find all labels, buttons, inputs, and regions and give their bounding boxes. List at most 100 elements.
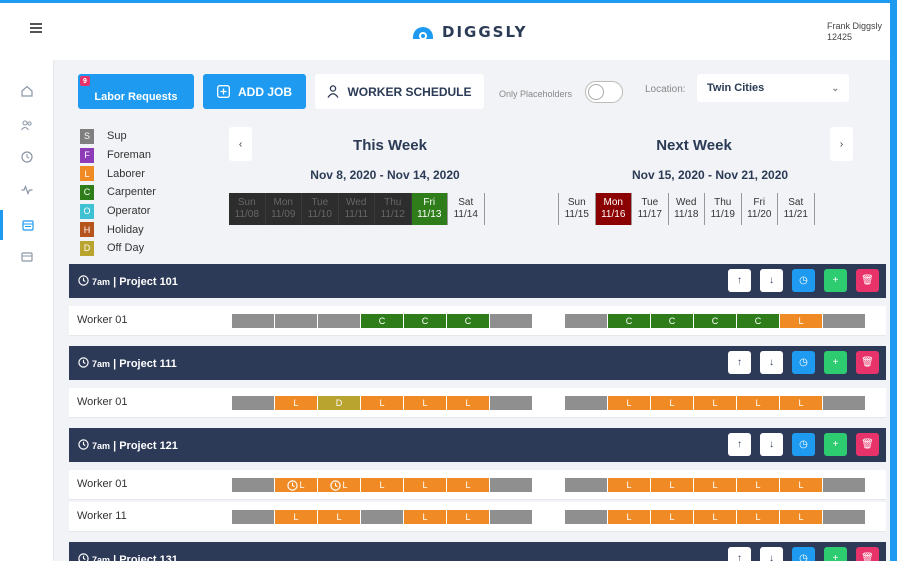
schedule-cell[interactable] xyxy=(232,314,274,328)
schedule-cell[interactable]: L xyxy=(404,510,446,524)
schedule-icon[interactable] xyxy=(0,210,53,240)
day-header[interactable]: Tue 11/10 xyxy=(302,193,339,225)
schedule-cell[interactable]: L xyxy=(608,510,650,524)
schedule-cell[interactable]: L xyxy=(737,510,779,524)
day-header[interactable]: Wed 11/18 xyxy=(669,193,705,225)
schedule-cell[interactable]: L xyxy=(780,510,822,524)
schedule-cell[interactable] xyxy=(361,510,403,524)
user-info[interactable]: Frank Diggsly 12425 xyxy=(827,21,882,43)
day-header[interactable]: Fri 11/13 xyxy=(411,193,448,225)
location-select[interactable]: Twin Cities ⌄ xyxy=(697,74,849,102)
add-worker-button[interactable]: + xyxy=(824,433,847,456)
schedule-cell[interactable]: L xyxy=(404,478,446,492)
calendar-icon[interactable] xyxy=(0,242,53,272)
schedule-cell[interactable]: L xyxy=(361,478,403,492)
shift-time-button[interactable]: ◷ xyxy=(792,269,815,292)
schedule-cell[interactable]: C xyxy=(404,314,446,328)
schedule-cell[interactable] xyxy=(823,314,865,328)
delete-project-button[interactable]: 🗑 xyxy=(856,433,879,456)
schedule-cell[interactable] xyxy=(565,314,607,328)
schedule-cell[interactable]: L xyxy=(694,478,736,492)
day-header[interactable]: Sat 11/14 xyxy=(448,193,485,225)
schedule-cell[interactable]: L xyxy=(275,396,317,410)
schedule-cell[interactable]: L xyxy=(694,396,736,410)
schedule-cell[interactable]: L xyxy=(275,510,317,524)
schedule-cell[interactable]: D xyxy=(318,396,360,410)
day-header[interactable]: Fri 11/20 xyxy=(742,193,778,225)
day-header[interactable]: Sun 11/15 xyxy=(559,193,596,225)
schedule-cell[interactable]: L xyxy=(447,396,489,410)
schedule-cell[interactable]: L xyxy=(447,478,489,492)
schedule-cell[interactable] xyxy=(565,396,607,410)
schedule-cell[interactable] xyxy=(232,478,274,492)
schedule-cell[interactable]: L xyxy=(737,396,779,410)
move-down-button[interactable]: ↓ xyxy=(760,351,783,374)
delete-project-button[interactable]: 🗑 xyxy=(856,351,879,374)
move-down-button[interactable]: ↓ xyxy=(760,547,783,561)
delete-project-button[interactable]: 🗑 xyxy=(856,547,879,561)
day-header[interactable]: Sat 11/21 xyxy=(778,193,815,225)
worker-schedule-button[interactable]: WORKER SCHEDULE xyxy=(315,74,484,109)
add-worker-button[interactable]: + xyxy=(824,351,847,374)
schedule-cell[interactable] xyxy=(565,478,607,492)
day-header[interactable]: Tue 11/17 xyxy=(632,193,669,225)
schedule-cell[interactable]: L xyxy=(318,510,360,524)
schedule-cell[interactable] xyxy=(232,510,274,524)
schedule-cell[interactable]: C xyxy=(694,314,736,328)
schedule-cell[interactable]: L xyxy=(780,396,822,410)
move-up-button[interactable]: ↑ xyxy=(728,351,751,374)
day-header[interactable]: Mon 11/16 xyxy=(595,193,632,225)
schedule-cell[interactable]: L xyxy=(447,510,489,524)
schedule-cell[interactable]: L xyxy=(737,478,779,492)
schedule-cell[interactable] xyxy=(823,510,865,524)
schedule-cell[interactable]: L xyxy=(651,478,693,492)
schedule-cell[interactable]: C xyxy=(737,314,779,328)
schedule-cell[interactable]: C xyxy=(608,314,650,328)
day-header[interactable]: Thu 11/19 xyxy=(705,193,742,225)
activity-icon[interactable] xyxy=(0,175,53,205)
schedule-cell[interactable] xyxy=(318,314,360,328)
schedule-cell[interactable]: L xyxy=(318,478,360,492)
schedule-cell[interactable]: C xyxy=(651,314,693,328)
home-icon[interactable] xyxy=(0,76,53,106)
day-header[interactable]: Sun 11/08 xyxy=(229,193,266,225)
day-header[interactable]: Mon 11/09 xyxy=(265,193,302,225)
delete-project-button[interactable]: 🗑 xyxy=(856,269,879,292)
schedule-cell[interactable]: L xyxy=(651,396,693,410)
next-week-button[interactable]: › xyxy=(830,127,853,161)
schedule-cell[interactable]: L xyxy=(780,314,822,328)
add-worker-button[interactable]: + xyxy=(824,547,847,561)
schedule-cell[interactable]: L xyxy=(275,478,317,492)
add-worker-button[interactable]: + xyxy=(824,269,847,292)
labor-requests-button[interactable]: 9 Labor Requests xyxy=(78,74,194,109)
only-placeholders-toggle[interactable] xyxy=(585,81,623,103)
shift-time-button[interactable]: ◷ xyxy=(792,547,815,561)
schedule-cell[interactable] xyxy=(490,510,532,524)
move-up-button[interactable]: ↑ xyxy=(728,269,751,292)
move-up-button[interactable]: ↑ xyxy=(728,547,751,561)
add-job-button[interactable]: ADD JOB xyxy=(203,74,306,109)
schedule-cell[interactable] xyxy=(232,396,274,410)
schedule-cell[interactable] xyxy=(565,510,607,524)
move-up-button[interactable]: ↑ xyxy=(728,433,751,456)
move-down-button[interactable]: ↓ xyxy=(760,269,783,292)
users-icon[interactable] xyxy=(0,110,53,140)
schedule-cell[interactable]: C xyxy=(361,314,403,328)
worker-name[interactable]: Worker 01 xyxy=(77,478,128,490)
schedule-cell[interactable]: L xyxy=(780,478,822,492)
schedule-cell[interactable]: L xyxy=(694,510,736,524)
prev-week-button[interactable]: ‹ xyxy=(229,127,252,161)
schedule-cell[interactable]: L xyxy=(404,396,446,410)
clock-icon[interactable] xyxy=(0,142,53,172)
schedule-cell[interactable]: L xyxy=(608,478,650,492)
shift-time-button[interactable]: ◷ xyxy=(792,351,815,374)
menu-icon[interactable] xyxy=(30,21,42,35)
day-header[interactable]: Wed 11/11 xyxy=(338,193,375,225)
schedule-cell[interactable] xyxy=(823,478,865,492)
move-down-button[interactable]: ↓ xyxy=(760,433,783,456)
schedule-cell[interactable] xyxy=(490,478,532,492)
worker-name[interactable]: Worker 01 xyxy=(77,396,128,408)
day-header[interactable]: Thu 11/12 xyxy=(375,193,412,225)
schedule-cell[interactable]: L xyxy=(651,510,693,524)
worker-name[interactable]: Worker 01 xyxy=(77,314,128,326)
